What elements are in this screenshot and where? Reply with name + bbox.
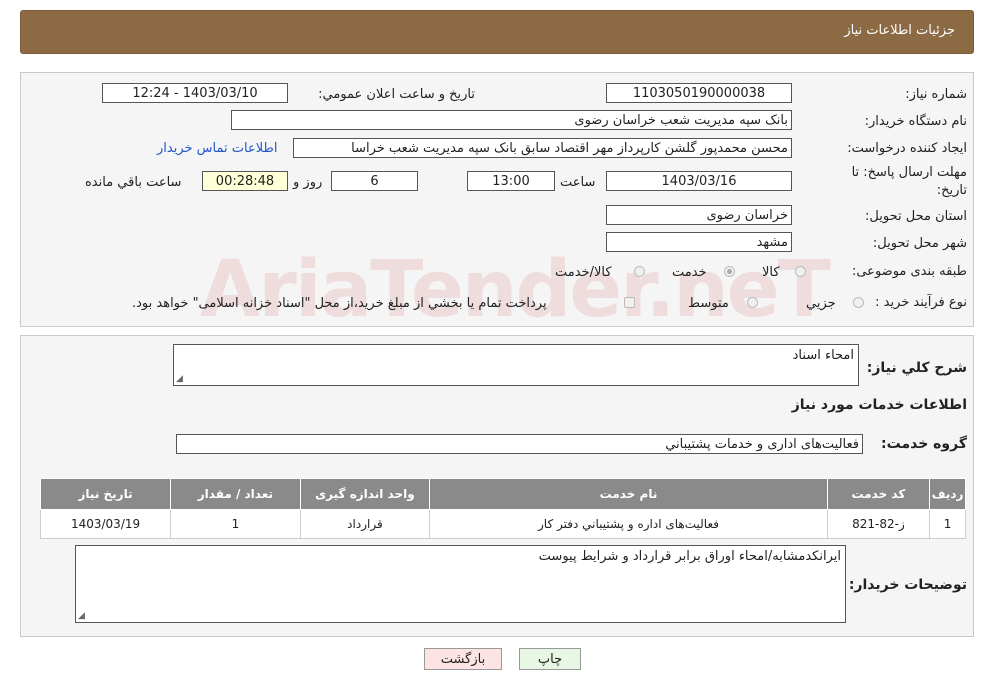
summary-field[interactable]: امحاء اسناد ◢ (173, 344, 859, 386)
col-date: تاريخ نياز (39, 478, 172, 510)
resize-grip-icon[interactable]: ◢ (176, 374, 183, 384)
cell-row: 1 (929, 509, 966, 539)
process-option-small: جزيي (806, 296, 836, 311)
col-code: کد خدمت (826, 478, 931, 510)
need-number-field: 1103050190000038 (606, 83, 792, 103)
remaining-time-label: ساعت باقي مانده (85, 175, 182, 190)
table-header-row: رديف کد خدمت نام خدمت واحد اندازه گيری ت… (39, 478, 966, 510)
city-field: مشهد (606, 232, 792, 252)
deadline-time-label: ساعت (560, 175, 596, 190)
process-radio-medium[interactable] (747, 297, 758, 308)
category-option-service: خدمت (672, 265, 707, 280)
summary-text: امحاء اسناد (792, 348, 854, 363)
page-title: جزئیات اطلاعات نیاز (844, 23, 955, 38)
deadline-date-field: 1403/03/16 (606, 171, 792, 191)
buyer-org-field: بانک سپه مديريت شعب خراسان رضوی (231, 110, 792, 130)
col-row: رديف (929, 478, 966, 510)
province-label: استان محل تحويل: (865, 209, 967, 224)
service-group-label: گروه خدمت: (881, 436, 967, 452)
treasury-note: پرداخت تمام يا بخشي از مبلغ خريد،از محل … (132, 296, 547, 311)
cell-date: 1403/03/19 (39, 509, 172, 539)
deadline-label: مهلت ارسال پاسخ: تا (851, 165, 967, 180)
treasury-checkbox[interactable] (624, 297, 635, 308)
deadline-time-field: 13:00 (467, 171, 555, 191)
col-name: نام خدمت (429, 478, 828, 510)
category-label: طبقه بندی موضوعی: (851, 264, 967, 279)
category-radio-goods-service[interactable] (634, 266, 645, 277)
services-title: اطلاعات خدمات مورد نياز (791, 397, 967, 413)
days-field: 6 (331, 171, 418, 191)
resize-grip-icon[interactable]: ◢ (78, 611, 85, 621)
col-unit: واحد اندازه گيری (299, 478, 431, 510)
cell-qty: 1 (170, 509, 301, 539)
page-header: جزئیات اطلاعات نیاز (20, 10, 974, 54)
print-button[interactable]: چاپ (519, 648, 581, 670)
province-field: خراسان رضوی (606, 205, 792, 225)
services-table: رديف کد خدمت نام خدمت واحد اندازه گيری ت… (39, 478, 966, 539)
deadline-label-2: تاريخ: (936, 183, 967, 198)
watermark: AriaTender.neT (200, 245, 831, 335)
announce-label: تاریخ و ساعت اعلان عمومي: (318, 87, 475, 102)
creator-field: محسن محمدپور گلشن کارپرداز مهر اقتصاد سا… (293, 138, 792, 158)
category-radio-goods[interactable] (795, 266, 806, 277)
table-row: 1 ز-82-821 فعاليت‌های اداره و پشتيباني د… (39, 509, 966, 539)
process-option-medium: متوسط (688, 296, 729, 311)
buyer-org-label: نام دستگاه خريدار: (864, 114, 967, 129)
process-label: نوع فرآيند خريد : (875, 295, 967, 310)
summary-label: شرح کلي نياز: (866, 360, 967, 376)
buyer-contact-link[interactable]: اطلاعات تماس خريدار (157, 141, 277, 156)
buyer-notes-label: توضيحات خريدار: (848, 577, 967, 593)
process-radio-small[interactable] (853, 297, 864, 308)
service-group-field: فعاليت‌های اداری و خدمات پشتيباني (176, 434, 863, 454)
buyer-notes-field[interactable]: ايرانکدمشابه/امحاء اوراق برابر قرارداد و… (75, 545, 846, 623)
remaining-time-field: 00:28:48 (202, 171, 288, 191)
back-button[interactable]: بازگشت (424, 648, 502, 670)
cell-code: ز-82-821 (826, 509, 931, 539)
need-number-label: شماره نیاز: (905, 87, 967, 102)
cell-name: فعاليت‌های اداره و پشتيباني دفتر کار (429, 509, 828, 539)
cell-unit: قرارداد (299, 509, 431, 539)
category-option-goods-service: کالا/خدمت (555, 265, 612, 280)
category-radio-service[interactable] (724, 266, 735, 277)
buyer-notes-text: ايرانکدمشابه/امحاء اوراق برابر قرارداد و… (538, 549, 841, 564)
announce-field: 1403/03/10 - 12:24 (102, 83, 288, 103)
col-qty: تعداد / مقدار (170, 478, 301, 510)
city-label: شهر محل تحويل: (872, 236, 967, 251)
days-label: روز و (293, 175, 323, 190)
creator-label: ايجاد کننده درخواست: (847, 141, 967, 156)
watermark-text: AriaTender.neT (200, 245, 831, 335)
category-option-goods: کالا (762, 265, 780, 280)
